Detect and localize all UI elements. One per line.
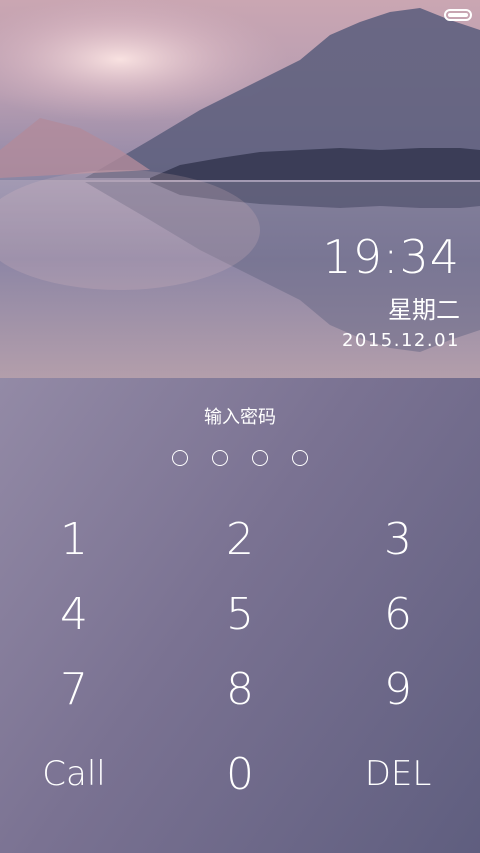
key-3[interactable]: 3 (328, 518, 468, 562)
key-6[interactable]: 6 (328, 593, 468, 637)
pin-dot (172, 450, 188, 466)
delete-button[interactable]: DEL (328, 757, 468, 791)
key-4[interactable]: 4 (4, 593, 144, 637)
key-9[interactable]: 9 (328, 668, 468, 712)
key-5[interactable]: 5 (170, 593, 310, 637)
pin-dot (252, 450, 268, 466)
pin-dots (0, 450, 480, 466)
key-8[interactable]: 8 (170, 668, 310, 712)
pin-dot (212, 450, 228, 466)
key-7[interactable]: 7 (4, 668, 144, 712)
key-1[interactable]: 1 (4, 518, 144, 562)
battery-icon (444, 9, 472, 21)
wallpaper-photo: 19:34 星期二 2015.12.01 (0, 0, 480, 378)
clock-weekday: 星期二 (388, 296, 460, 324)
key-0[interactable]: 0 (170, 753, 310, 797)
password-prompt: 输入密码 (204, 407, 276, 428)
call-button[interactable]: Call (4, 757, 144, 791)
key-2[interactable]: 2 (170, 518, 310, 562)
clock-time: 19:34 (322, 230, 460, 284)
pin-dot (292, 450, 308, 466)
clock-date: 2015.12.01 (341, 330, 460, 351)
